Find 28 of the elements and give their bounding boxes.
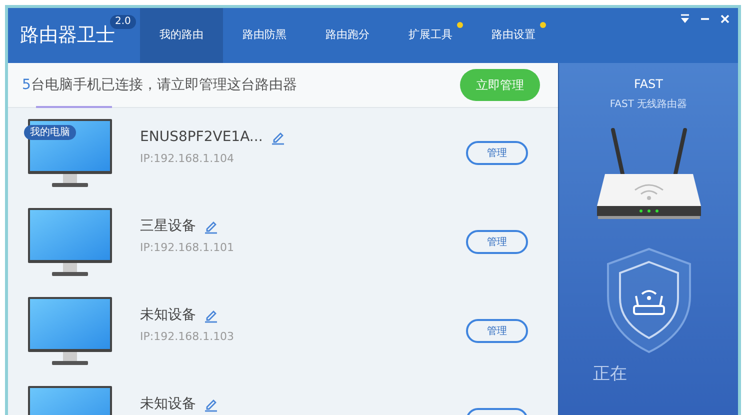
edit-icon[interactable] — [204, 220, 218, 234]
device-name: 三星设备 — [140, 217, 196, 236]
version-badge: 2.0 — [110, 15, 136, 29]
router-brand: FAST — [634, 76, 663, 93]
nav-tab[interactable]: 扩展工具 — [389, 8, 472, 63]
my-computer-tag: 我的电脑 — [24, 125, 76, 140]
close-icon[interactable] — [720, 14, 730, 24]
dropdown-menu-icon[interactable] — [680, 14, 690, 24]
device-count: 5 — [22, 76, 31, 94]
edit-icon[interactable] — [270, 130, 285, 144]
device-name: 未知设备 — [140, 395, 196, 414]
scan-status: 正在 — [593, 363, 627, 386]
nav-tab[interactable]: 我的路由 — [140, 8, 223, 63]
nav-tab[interactable]: 路由防黑 — [223, 8, 306, 63]
manage-button[interactable]: 管理 — [466, 319, 528, 343]
device-name: ENUS8PF2VE1A... — [140, 128, 263, 147]
manage-button[interactable]: 管理 — [466, 141, 528, 165]
ip-address: IP:192.168.1.103 — [140, 329, 234, 345]
ip-address: IP:192.168.1.104 — [140, 151, 236, 167]
manage-button[interactable]: 管理 — [466, 230, 528, 254]
nav-tab[interactable]: 路由设置 — [472, 8, 555, 63]
ip-address: IP:192.168.1.101 — [140, 240, 234, 256]
edit-icon[interactable] — [204, 398, 218, 412]
router-model: FAST 无线路由器 — [610, 98, 688, 112]
nav-tab[interactable]: 路由跑分 — [306, 8, 389, 63]
connection-summary: 台电脑手机已连接，请立即管理这台路由器 — [30, 76, 297, 94]
device-name: 未知设备 — [140, 306, 196, 325]
edit-icon[interactable] — [204, 308, 218, 322]
